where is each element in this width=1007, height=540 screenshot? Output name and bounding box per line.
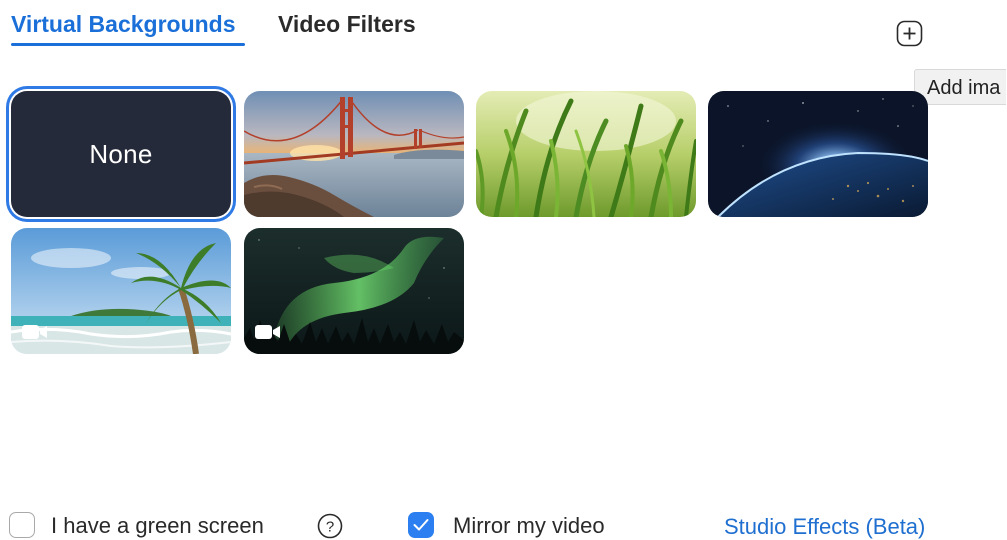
background-tropical-beach[interactable]	[11, 228, 231, 354]
background-grass[interactable]	[476, 91, 696, 217]
background-golden-gate-bridge[interactable]	[244, 91, 464, 217]
golden-gate-bridge-image	[244, 91, 464, 217]
tab-video-filters[interactable]: Video Filters	[278, 10, 416, 38]
mirror-video-checkbox[interactable]	[408, 512, 434, 538]
video-camera-icon	[22, 325, 47, 339]
studio-effects-link[interactable]: Studio Effects (Beta)	[724, 514, 925, 540]
active-tab-underline	[11, 43, 245, 46]
checkmark-icon	[413, 519, 429, 531]
background-earth-from-space[interactable]	[708, 91, 928, 217]
grass-image	[476, 91, 696, 217]
plus-circle-icon	[896, 20, 923, 47]
add-image-tooltip: Add ima	[914, 69, 1006, 105]
video-camera-icon	[255, 325, 280, 339]
green-screen-checkbox[interactable]	[9, 512, 35, 538]
tab-virtual-backgrounds[interactable]: Virtual Backgrounds	[11, 10, 236, 38]
mirror-video-label: Mirror my video	[453, 513, 605, 538]
question-circle-icon[interactable]: ?	[317, 513, 343, 539]
earth-from-space-image	[708, 91, 928, 217]
green-screen-label: I have a green screen	[51, 513, 264, 538]
background-aurora[interactable]	[244, 228, 464, 354]
background-none[interactable]: None	[11, 91, 231, 217]
svg-text:?: ?	[326, 519, 334, 536]
add-image-button[interactable]	[896, 20, 923, 47]
background-none-label: None	[89, 138, 153, 169]
